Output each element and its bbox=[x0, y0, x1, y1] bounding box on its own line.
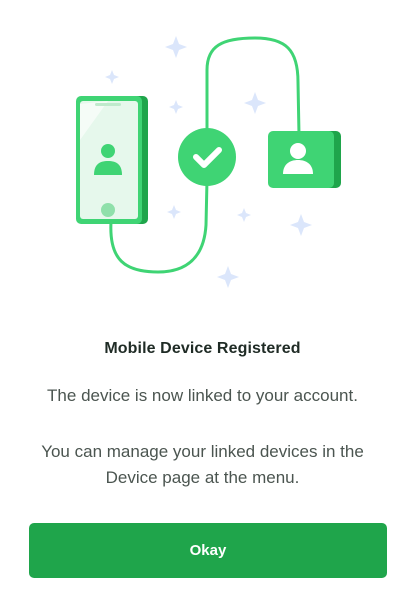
dialog-hint: You can manage your linked devices in th… bbox=[41, 442, 364, 487]
dialog-description: The device is now linked to your account… bbox=[47, 386, 358, 405]
checkmark-icon bbox=[178, 128, 236, 186]
dialog-title: Mobile Device Registered bbox=[104, 340, 301, 357]
okay-button[interactable]: Okay bbox=[29, 523, 387, 578]
mobile-phone-icon bbox=[76, 96, 148, 224]
device-linked-illustration bbox=[0, 0, 405, 300]
device-linked-graphic bbox=[76, 36, 341, 288]
user-card-icon bbox=[268, 131, 341, 188]
